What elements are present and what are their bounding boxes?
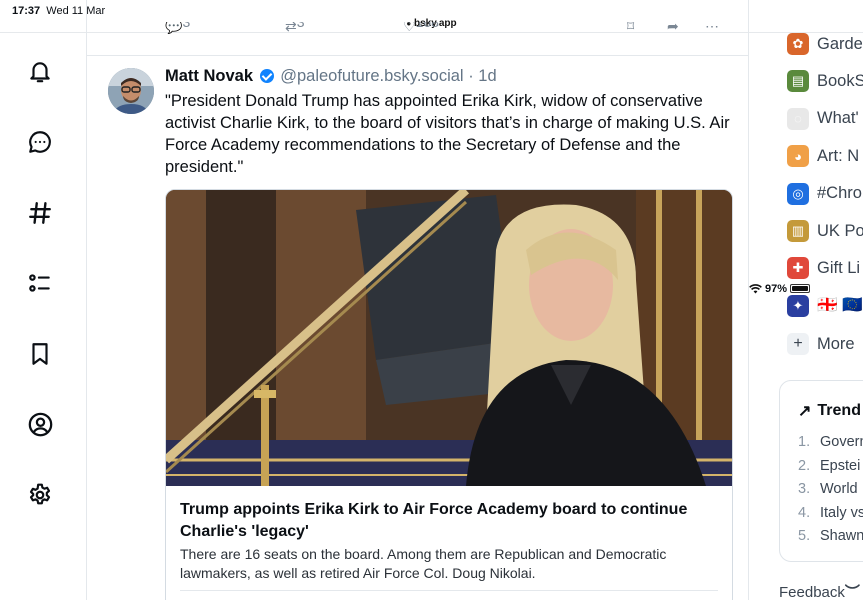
plus-icon: + bbox=[787, 333, 809, 355]
bookmark-icon[interactable] bbox=[26, 340, 54, 368]
feed-link[interactable]: ▤ BookS bbox=[787, 70, 863, 93]
trending-item[interactable]: 2. Epstei bbox=[798, 458, 860, 474]
post-divider bbox=[87, 55, 748, 56]
trending-rank: 3. bbox=[798, 481, 811, 497]
feed-link[interactable]: ◌ What' bbox=[787, 107, 859, 130]
author-handle[interactable]: @paleofuture.bsky.social bbox=[280, 67, 463, 85]
trending-item[interactable]: 4. Italy vs bbox=[798, 505, 863, 521]
feed-label: 🇬🇪 🇪🇺 bbox=[817, 296, 863, 315]
trending-label: Epstei bbox=[820, 457, 861, 474]
reply-button[interactable]: 💬 3 bbox=[165, 22, 190, 34]
right-sidebar: ✿ Garde ▤ BookS ◌ What' ◕ Art: N ◎ #Chro ▥ UK Po ✚ Gi… bbox=[749, 33, 863, 600]
feed-label: What' bbox=[817, 109, 859, 128]
like-button[interactable]: ♡ 168 bbox=[403, 22, 439, 34]
feedback-link[interactable]: Feedback︶ bbox=[779, 581, 860, 600]
link-card-title: Trump appoints Erika Kirk to Air Force A… bbox=[180, 501, 688, 540]
feed-link[interactable]: ✚ Gift Li bbox=[787, 257, 861, 280]
feed-link[interactable]: ✦ 🇬🇪 🇪🇺 bbox=[787, 294, 863, 317]
more-options-button[interactable]: ⋯ bbox=[705, 22, 719, 34]
trending-item[interactable]: 5. Shawn bbox=[798, 528, 863, 544]
hashtag-icon[interactable] bbox=[26, 199, 54, 227]
trending-rank: 1. bbox=[798, 434, 811, 450]
plate-icon: ◌ bbox=[787, 107, 809, 130]
trending-rank: 5. bbox=[798, 528, 811, 544]
list-icon[interactable] bbox=[26, 269, 54, 297]
trending-rank: 4. bbox=[798, 504, 811, 521]
trending-header: ↗ Trend bbox=[798, 401, 861, 421]
trending-label: Govern bbox=[820, 434, 863, 450]
feed-label: #Chro bbox=[817, 184, 862, 203]
link-card-divider bbox=[180, 590, 718, 591]
trending-arrow-icon: ↗ bbox=[798, 403, 812, 420]
plant-icon: ✿ bbox=[787, 33, 809, 55]
trending-title: Trend bbox=[817, 402, 861, 419]
previous-post-actions: 💬 3 ⇄ 3 ♡ 168 ⌑ ➦ ⋯ bbox=[165, 22, 725, 34]
trending-label: World bbox=[820, 481, 858, 497]
feed-link[interactable]: ✿ Garde bbox=[787, 33, 863, 55]
feed-link[interactable]: ◎ #Chro bbox=[787, 182, 862, 205]
trending-item[interactable]: 3. World bbox=[798, 481, 858, 497]
trending-item[interactable]: 1. Govern bbox=[798, 434, 863, 450]
feed-column: 💬 3 ⇄ 3 ♡ 168 ⌑ ➦ ⋯ Matt Novak @paleofut… bbox=[86, 0, 749, 600]
bookmark-button[interactable]: ⌑ bbox=[627, 22, 634, 34]
author-name[interactable]: Matt Novak bbox=[165, 67, 253, 85]
avatar[interactable] bbox=[108, 68, 154, 114]
separator-dot: · bbox=[468, 67, 474, 85]
trending-label: Shawn bbox=[820, 528, 863, 544]
feed-label: BookS bbox=[817, 71, 863, 90]
repost-button[interactable]: ⇄ 3 bbox=[285, 22, 305, 34]
post-text: "President Donald Trump has appointed Er… bbox=[165, 92, 730, 176]
parliament-icon: ▥ bbox=[787, 220, 809, 242]
feed-label: UK Po bbox=[817, 221, 863, 240]
more-feeds-label: More bbox=[817, 334, 855, 353]
link-card-image bbox=[166, 190, 732, 486]
share-button[interactable]: ➦ bbox=[667, 22, 679, 34]
link-card[interactable]: Trump appoints Erika Kirk to Air Force A… bbox=[165, 189, 733, 600]
more-feeds-link[interactable]: + More bbox=[787, 333, 855, 355]
feed-label: Art: N bbox=[817, 146, 860, 165]
trending-label: Italy vs bbox=[820, 504, 863, 521]
link-card-description: There are 16 seats on the board. Among t… bbox=[180, 546, 667, 581]
trending-card: ↗ Trend 1. Govern 2. Epstei 3. World 4. Italy v… bbox=[779, 380, 863, 562]
bell-icon[interactable] bbox=[26, 58, 54, 86]
gift-icon: ✚ bbox=[787, 257, 809, 280]
feed-label: Gift Li bbox=[817, 258, 861, 277]
user-circle-icon[interactable] bbox=[26, 410, 54, 438]
feed-link[interactable]: ◕ Art: N bbox=[787, 145, 860, 168]
chrome-icon: ◎ bbox=[787, 182, 809, 205]
trending-rank: 2. bbox=[798, 457, 811, 474]
flag-icon: ✦ bbox=[787, 294, 809, 317]
left-nav bbox=[0, 33, 86, 600]
palette-icon: ◕ bbox=[787, 145, 809, 168]
post-header: Matt Novak @paleofuture.bsky.social · 1d bbox=[165, 67, 497, 86]
feedback-icon: ︶ bbox=[844, 584, 860, 600]
verified-badge-icon bbox=[259, 69, 274, 83]
books-icon: ▤ bbox=[787, 70, 809, 93]
feed-link[interactable]: ▥ UK Po bbox=[787, 220, 863, 242]
post-age[interactable]: 1d bbox=[478, 67, 496, 85]
feed-label: Garde bbox=[817, 34, 863, 53]
chat-bubble-icon[interactable] bbox=[26, 128, 54, 156]
gear-icon[interactable] bbox=[26, 481, 54, 509]
